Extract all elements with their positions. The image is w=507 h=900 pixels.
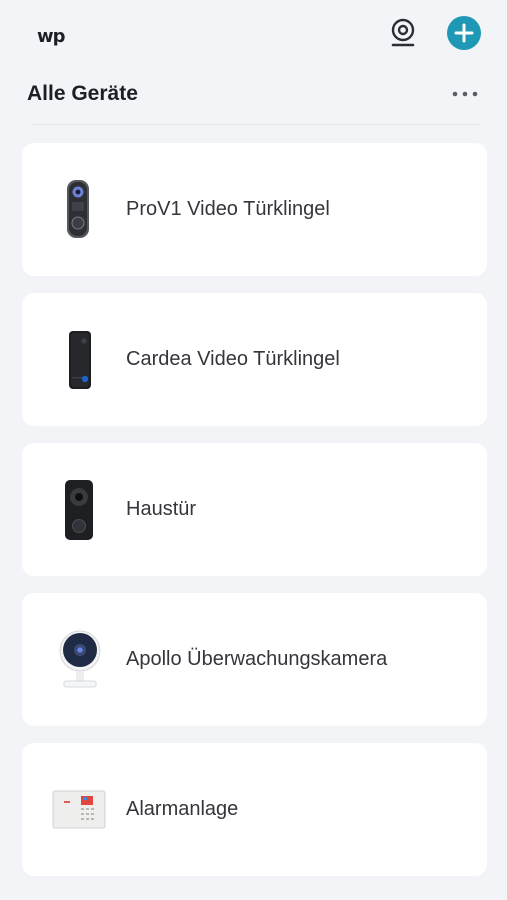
device-card-cardea[interactable]: Cardea Video Türklingel: [22, 293, 487, 426]
device-name: Cardea Video Türklingel: [126, 348, 340, 370]
camera-icon: [391, 18, 415, 47]
add-device-button[interactable]: [447, 16, 481, 50]
device-thumbnail: [48, 317, 108, 402]
indoor-camera-image: [59, 630, 101, 688]
more-dots-icon: [452, 91, 478, 97]
device-name: Apollo Überwachungskamera: [126, 648, 388, 670]
device-card-haustuer[interactable]: Haustür: [22, 443, 487, 576]
device-thumbnail: [48, 617, 108, 702]
device-thumbnail: [48, 767, 108, 852]
more-options-button[interactable]: [449, 82, 481, 106]
device-card-prov1[interactable]: ProV1 Video Türklingel: [22, 143, 487, 276]
doorbell-black-image: [65, 480, 93, 540]
device-list: ProV1 Video Türklingel Cardea Video Türk…: [22, 143, 487, 893]
device-card-alarm[interactable]: Alarmanlage: [22, 743, 487, 876]
device-name: ProV1 Video Türklingel: [126, 198, 330, 220]
doorbell-prov1-image: [67, 180, 89, 238]
app-logo: wp: [37, 26, 65, 47]
alarm-panel-image: [52, 790, 106, 829]
top-bar: wp: [0, 0, 507, 70]
camera-button[interactable]: [388, 17, 418, 49]
plus-icon: [454, 23, 474, 43]
device-name: Haustür: [126, 498, 197, 520]
doorbell-cardea-image: [69, 331, 91, 389]
page-header: Alle Geräte: [0, 70, 507, 126]
device-thumbnail: [48, 467, 108, 552]
page-title: Alle Geräte: [27, 82, 138, 105]
device-thumbnail: [48, 167, 108, 252]
device-card-apollo[interactable]: Apollo Überwachungskamera: [22, 593, 487, 726]
header-divider: [32, 124, 480, 125]
device-name: Alarmanlage: [126, 798, 239, 820]
